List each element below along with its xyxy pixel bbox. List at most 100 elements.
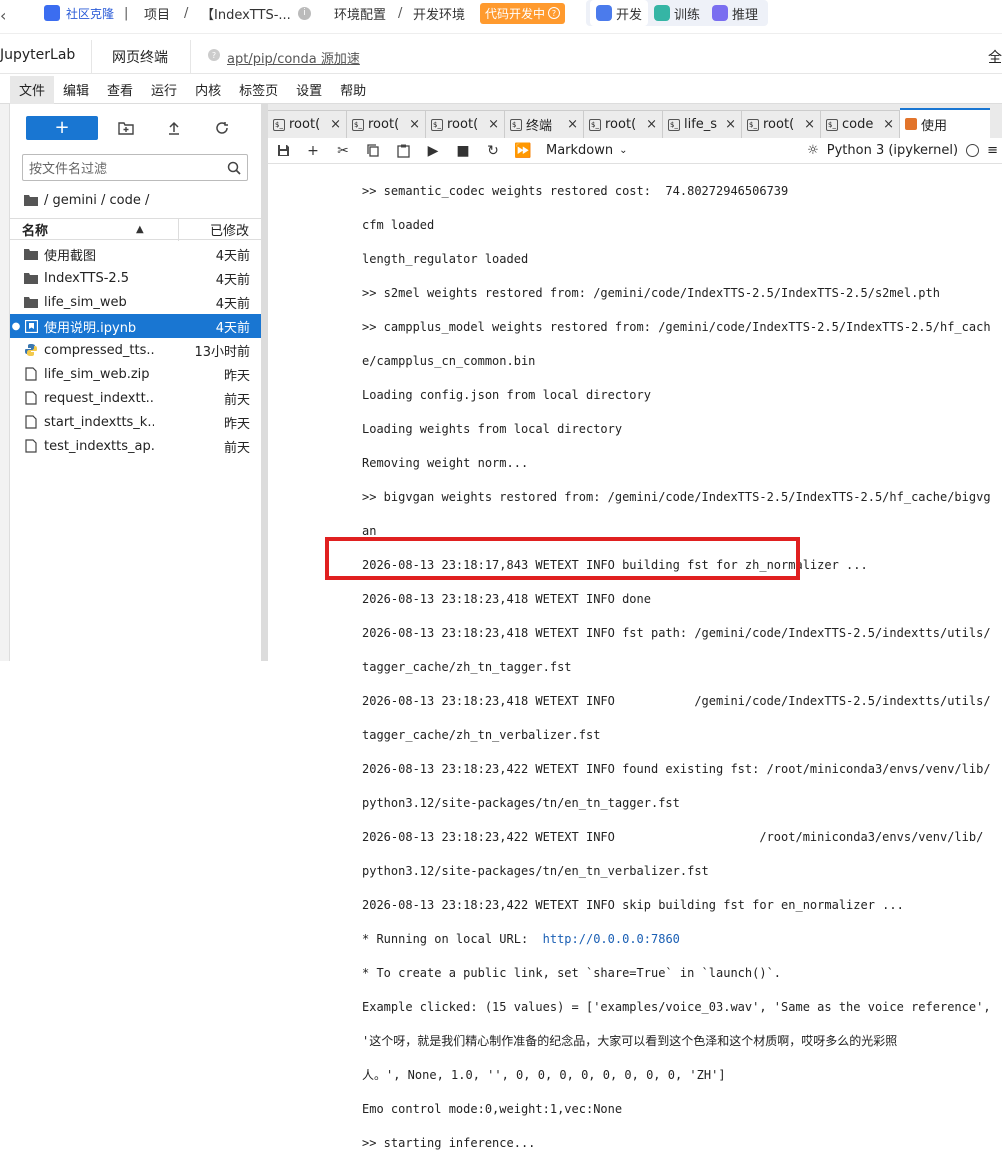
- menu-help[interactable]: 帮助: [331, 76, 375, 104]
- save-icon[interactable]: [268, 144, 298, 157]
- close-icon[interactable]: ×: [646, 117, 657, 132]
- nav-infer[interactable]: 推理: [706, 0, 764, 26]
- menu-icon[interactable]: ≡: [987, 143, 998, 158]
- menu-tabs[interactable]: 标签页: [230, 76, 287, 104]
- info-icon[interactable]: i: [298, 0, 311, 26]
- nav-train[interactable]: 训练: [648, 0, 706, 26]
- tab-terminal[interactable]: $_ code ×: [821, 110, 900, 138]
- nav-develop[interactable]: 开发: [590, 0, 649, 26]
- breadcrumb-devenv: 开发环境: [413, 7, 466, 23]
- column-name-header[interactable]: 名称: [22, 220, 132, 239]
- menu-file[interactable]: 文件: [10, 75, 55, 104]
- column-modified-header[interactable]: 已修改: [210, 220, 249, 239]
- list-item[interactable]: life_sim_web.zip 昨天: [10, 362, 261, 386]
- close-icon[interactable]: ×: [409, 117, 420, 132]
- bug-icon[interactable]: ☼: [807, 143, 819, 158]
- list-item[interactable]: start_indextts_k... 昨天: [10, 410, 261, 434]
- file-modified: 昨天: [223, 416, 250, 432]
- output-line: Loading config.json from local directory: [362, 388, 651, 402]
- output-line: '这个呀，就是我们精心制作准备的纪念品，大家可以看到这个色泽和这个材质啊，哎呀多…: [362, 1034, 898, 1048]
- new-launcher-button[interactable]: +: [26, 116, 98, 140]
- tab-terminal[interactable]: $_ root(×: [268, 110, 347, 138]
- output-line: 2026-08-13 23:18:23,418 WETEXT INFO done: [362, 592, 651, 606]
- file-filter-input[interactable]: 按文件名过滤: [22, 154, 248, 181]
- breadcrumb-env[interactable]: 环境配置: [334, 0, 386, 26]
- mode-badge: 代码开发中?: [480, 0, 566, 26]
- file-modified: 前天: [223, 440, 250, 456]
- help-circle-icon[interactable]: ?: [548, 7, 561, 19]
- stop-icon[interactable]: ■: [448, 143, 478, 159]
- output-line: 2026-08-13 23:18:23,418 WETEXT INFO /gem…: [362, 694, 991, 708]
- list-item[interactable]: IndexTTS-2.5 4天前: [10, 266, 261, 290]
- mirror-accelerate-link[interactable]: apt/pip/conda 源加速: [227, 48, 360, 67]
- folder-icon: [24, 271, 38, 285]
- menu-run[interactable]: 运行: [142, 76, 186, 104]
- output-line: 2026-08-13 23:18:23,422 WETEXT INFO skip…: [362, 898, 904, 912]
- breadcrumb-separator: /: [398, 5, 403, 21]
- tab-notebook[interactable]: 使用: [900, 108, 990, 138]
- back-chevron-icon[interactable]: ‹: [0, 2, 6, 28]
- copy-icon[interactable]: [358, 144, 388, 157]
- sort-asc-icon[interactable]: ▲: [136, 224, 144, 235]
- breadcrumb-instance[interactable]: 【IndexTTS-...: [201, 0, 291, 26]
- close-icon[interactable]: ×: [725, 117, 736, 132]
- notebook-toolbar: + ✂ ▶ ■ ↻ ⏩ Markdown ⌄ ☼ Python 3 (ipyke…: [268, 138, 1002, 164]
- list-item[interactable]: request_indextt... 前天: [10, 386, 261, 410]
- menu-edit[interactable]: 编辑: [54, 76, 98, 104]
- tab-terminal[interactable]: $_ root(×: [426, 110, 505, 138]
- tab-label: root(: [368, 117, 400, 132]
- jupyterlab-tab[interactable]: JupyterLab: [0, 47, 75, 63]
- column-divider: [178, 219, 179, 241]
- local-url-link[interactable]: http://0.0.0.0:7860: [543, 932, 680, 946]
- list-item[interactable]: compressed_tts... 13小时前: [10, 338, 261, 362]
- fast-forward-icon[interactable]: ⏩: [508, 143, 538, 159]
- breadcrumb-project[interactable]: 项目: [144, 0, 170, 26]
- folder-icon[interactable]: [24, 194, 38, 206]
- web-terminal-tab[interactable]: 网页终端: [112, 47, 168, 67]
- tab-terminal[interactable]: $_ root(×: [742, 110, 821, 138]
- upload-icon[interactable]: [164, 116, 184, 140]
- list-item[interactable]: 使用截图 4天前: [10, 242, 261, 266]
- infer-icon: [712, 5, 729, 21]
- jupyter-menu-bar: 文件 编辑 查看 运行 内核 标签页 设置 帮助: [0, 75, 1002, 104]
- kernel-name[interactable]: Python 3 (ipykernel): [827, 143, 958, 158]
- output-line-url[interactable]: * Running on local URL: http://0.0.0.0:7…: [362, 931, 1002, 948]
- fullscreen-button[interactable]: 全: [988, 47, 1002, 67]
- terminal-icon: $_: [747, 118, 759, 131]
- tab-terminal[interactable]: $_ root(×: [347, 110, 426, 138]
- insert-cell-icon[interactable]: +: [298, 143, 328, 159]
- tab-terminal[interactable]: $_ life_s ×: [663, 110, 742, 138]
- output-line: 2026-08-13 23:18:23,418 WETEXT INFO fst …: [362, 626, 991, 640]
- menu-kernel[interactable]: 内核: [186, 76, 230, 104]
- run-icon[interactable]: ▶: [418, 143, 448, 159]
- menu-settings[interactable]: 设置: [287, 76, 331, 104]
- cut-icon[interactable]: ✂: [328, 143, 358, 159]
- close-icon[interactable]: ×: [567, 117, 578, 132]
- cell-type-select[interactable]: Markdown ⌄: [546, 143, 628, 158]
- community-link[interactable]: 社区克隆: [44, 0, 114, 26]
- list-item-selected[interactable]: ● 使用说明.ipynb 4天前: [10, 314, 261, 338]
- output-line: Removing weight norm...: [362, 456, 529, 470]
- file-icon: [24, 391, 38, 405]
- close-icon[interactable]: ×: [488, 117, 499, 132]
- list-item[interactable]: life_sim_web 4天前: [10, 290, 261, 314]
- panel-resize-handle[interactable]: [261, 104, 268, 661]
- restart-icon[interactable]: ↻: [478, 143, 508, 159]
- terminal-icon: $_: [589, 118, 601, 131]
- new-folder-icon[interactable]: [116, 116, 136, 140]
- tab-terminal[interactable]: $_ root(×: [584, 110, 663, 138]
- divider: [190, 40, 191, 74]
- list-item[interactable]: test_indextts_ap... 前天: [10, 434, 261, 458]
- refresh-icon[interactable]: [212, 116, 232, 140]
- code-icon: [596, 5, 612, 21]
- close-icon[interactable]: ×: [804, 117, 815, 132]
- menu-view[interactable]: 查看: [98, 76, 142, 104]
- path-breadcrumb-text[interactable]: / gemini / code /: [44, 193, 149, 208]
- output-line: Emo control mode:0,weight:1,vec:None: [362, 1102, 623, 1116]
- tab-terminal[interactable]: $_ 终端 ×: [505, 110, 584, 138]
- paste-icon[interactable]: [388, 144, 418, 158]
- close-icon[interactable]: ×: [330, 117, 341, 132]
- close-icon[interactable]: ×: [883, 117, 894, 132]
- output-line: >> starting inference...: [362, 1136, 536, 1150]
- notebook-icon: [905, 118, 917, 130]
